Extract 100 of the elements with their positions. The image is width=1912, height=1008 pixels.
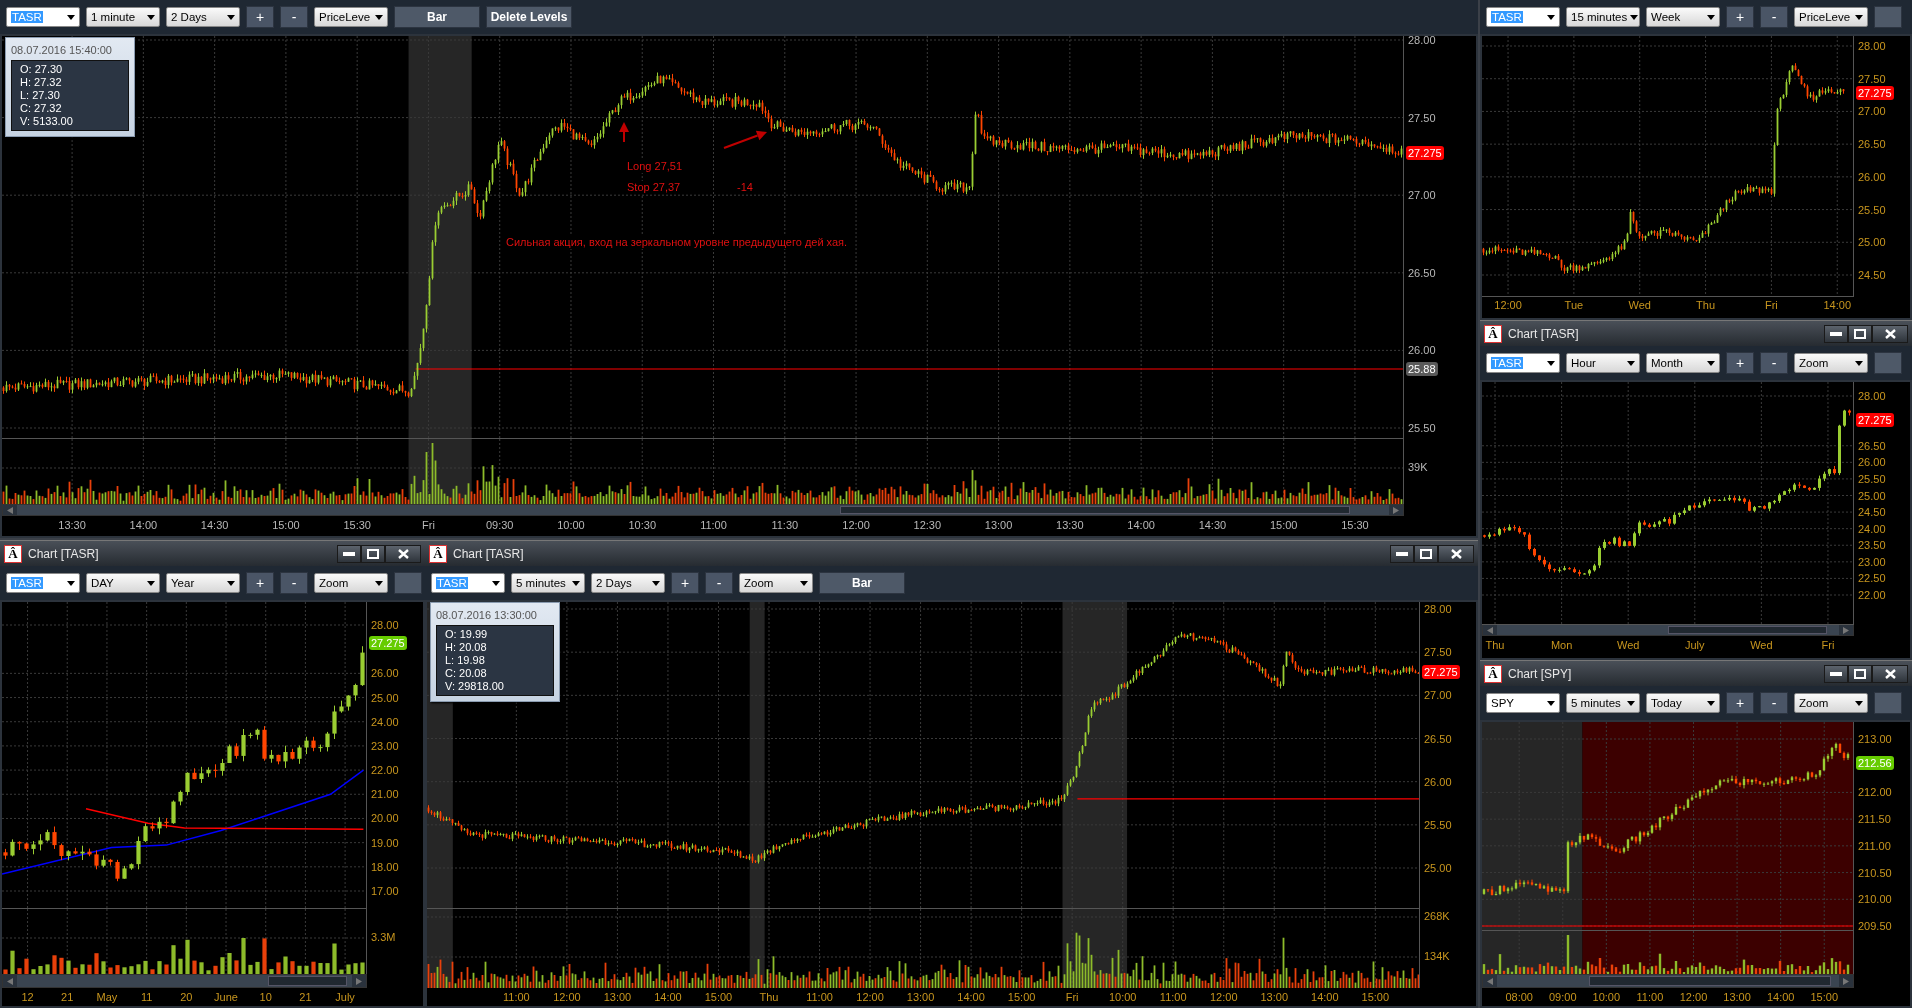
scrollbar[interactable] [1482, 974, 1854, 988]
caret-icon [800, 580, 808, 586]
candle [143, 823, 148, 843]
price-tick: 210.50 [1858, 865, 1892, 880]
price-tick: 18.00 [371, 859, 399, 874]
toolbar-button[interactable]: Bar [819, 572, 905, 594]
time-tick: 15:00 [1361, 991, 1390, 1004]
chart-note: Сильная акция, вход на зеркальном уровне предыдущего дей хая. [504, 236, 850, 249]
dropdown[interactable]: Zoom [1794, 353, 1868, 373]
toolbar-button[interactable]: + [671, 572, 699, 594]
caret-icon [227, 580, 235, 586]
scrollbar[interactable] [2, 504, 1404, 516]
price-badge: 27.275 [1406, 145, 1444, 160]
minimize-button[interactable] [337, 544, 361, 563]
toolbar-button[interactable]: Delete Levels [486, 6, 572, 28]
volume-bar [325, 963, 330, 974]
close-button[interactable] [385, 544, 421, 563]
time-tick: 11:00 [1159, 991, 1187, 1004]
price-tick: 26.50 [1424, 731, 1452, 746]
close-button[interactable] [1438, 544, 1474, 563]
dropdown[interactable]: Zoom [1794, 693, 1868, 713]
price-tick: 211.50 [1858, 812, 1891, 827]
volume-tick: 134K [1424, 949, 1450, 963]
minimize-button[interactable] [1824, 324, 1848, 343]
dropdown[interactable]: 5 minutes [511, 573, 585, 593]
toolbar-button[interactable]: - [280, 6, 308, 28]
dropdown[interactable]: PriceLeve [314, 7, 388, 27]
volume-bar [276, 962, 281, 974]
tooltip-date: 08.07.2016 13:30:00 [436, 609, 538, 621]
app-icon: Â [1484, 664, 1502, 683]
close-icon [1884, 328, 1896, 339]
close-button[interactable] [1872, 324, 1908, 343]
dropdown[interactable]: Hour [1566, 353, 1640, 373]
minimize-button[interactable] [1824, 664, 1848, 683]
dropdown[interactable]: Zoom [739, 573, 813, 593]
time-tick: 12:30 [913, 519, 942, 532]
time-tick: 21 [299, 991, 312, 1004]
time-tick: June [214, 991, 238, 1004]
dropdown[interactable]: Year [166, 573, 240, 593]
volume-bar [157, 961, 162, 974]
toolbar-button[interactable]: - [1760, 692, 1788, 714]
dropdown[interactable]: 5 minutes [1566, 693, 1640, 713]
price-tick: 20.00 [371, 811, 399, 826]
toolbar-button[interactable]: - [280, 572, 308, 594]
time-tick: Fri [1765, 299, 1778, 312]
candle [318, 744, 323, 752]
candle [276, 754, 281, 765]
dropdown[interactable]: 1 minute [86, 7, 160, 27]
minimize-button[interactable] [1390, 544, 1414, 563]
dropdown[interactable]: Zoom [314, 573, 388, 593]
maximize-button[interactable] [1414, 544, 1438, 563]
window-title: Chart [TASR] [1508, 326, 1579, 341]
dropdown[interactable]: Today [1646, 693, 1720, 713]
volume-bar [143, 960, 148, 974]
symbol-dropdown[interactable]: SPY [1486, 693, 1560, 713]
toolbar-button[interactable]: - [705, 572, 733, 594]
dropdown[interactable]: PriceLeve [1794, 7, 1868, 27]
dropdown[interactable]: Month [1646, 353, 1720, 373]
window-title: Chart [SPY] [1508, 666, 1572, 681]
toolbar-button[interactable]: + [246, 6, 274, 28]
toolbar-button[interactable]: + [1726, 6, 1754, 28]
dropdown[interactable]: Week [1646, 7, 1720, 27]
price-tick: 210.00 [1858, 892, 1892, 907]
volume-bar [213, 965, 218, 974]
volume-bar [59, 957, 64, 974]
time-tick: 15:00 [272, 519, 300, 532]
time-tick: 11 [140, 991, 153, 1004]
candle [122, 865, 127, 879]
dropdown[interactable]: 2 Days [591, 573, 665, 593]
scrollbar[interactable] [2, 974, 367, 988]
candle [10, 839, 15, 857]
toolbar-button[interactable]: Bar [394, 6, 480, 28]
ohlc-value: H: 20.08 [445, 641, 488, 654]
time-tick: 09:30 [485, 519, 514, 532]
dropdown[interactable]: 15 minutes [1566, 7, 1640, 27]
time-tick: 14:00 [957, 991, 985, 1004]
candle [45, 829, 50, 842]
toolbar-button[interactable]: + [1726, 692, 1754, 714]
price-badge: 27.275 [1856, 86, 1894, 101]
maximize-button[interactable] [361, 544, 385, 563]
maximize-button[interactable] [1848, 664, 1872, 683]
price-tick: 27.00 [1408, 188, 1436, 203]
chart-note: Stop 27,37 [625, 181, 683, 194]
dropdown[interactable]: DAY [86, 573, 160, 593]
dropdown[interactable]: 2 Days [166, 7, 240, 27]
maximize-button[interactable] [1848, 324, 1872, 343]
candle [115, 859, 120, 882]
volume-bar [262, 938, 267, 974]
price-tick: 212.00 [1858, 785, 1892, 800]
volume-bar [178, 958, 183, 974]
volume-bar [10, 950, 15, 974]
price-tick: 213.00 [1858, 732, 1892, 746]
close-icon [397, 548, 409, 559]
toolbar-button[interactable]: - [1760, 6, 1788, 28]
close-button[interactable] [1872, 664, 1908, 683]
toolbar-button[interactable]: + [1726, 352, 1754, 374]
toolbar-button[interactable]: - [1760, 352, 1788, 374]
toolbar-button[interactable]: + [246, 572, 274, 594]
window-title: Chart [TASR] [28, 546, 99, 561]
price-tick: 26.00 [1858, 455, 1886, 470]
